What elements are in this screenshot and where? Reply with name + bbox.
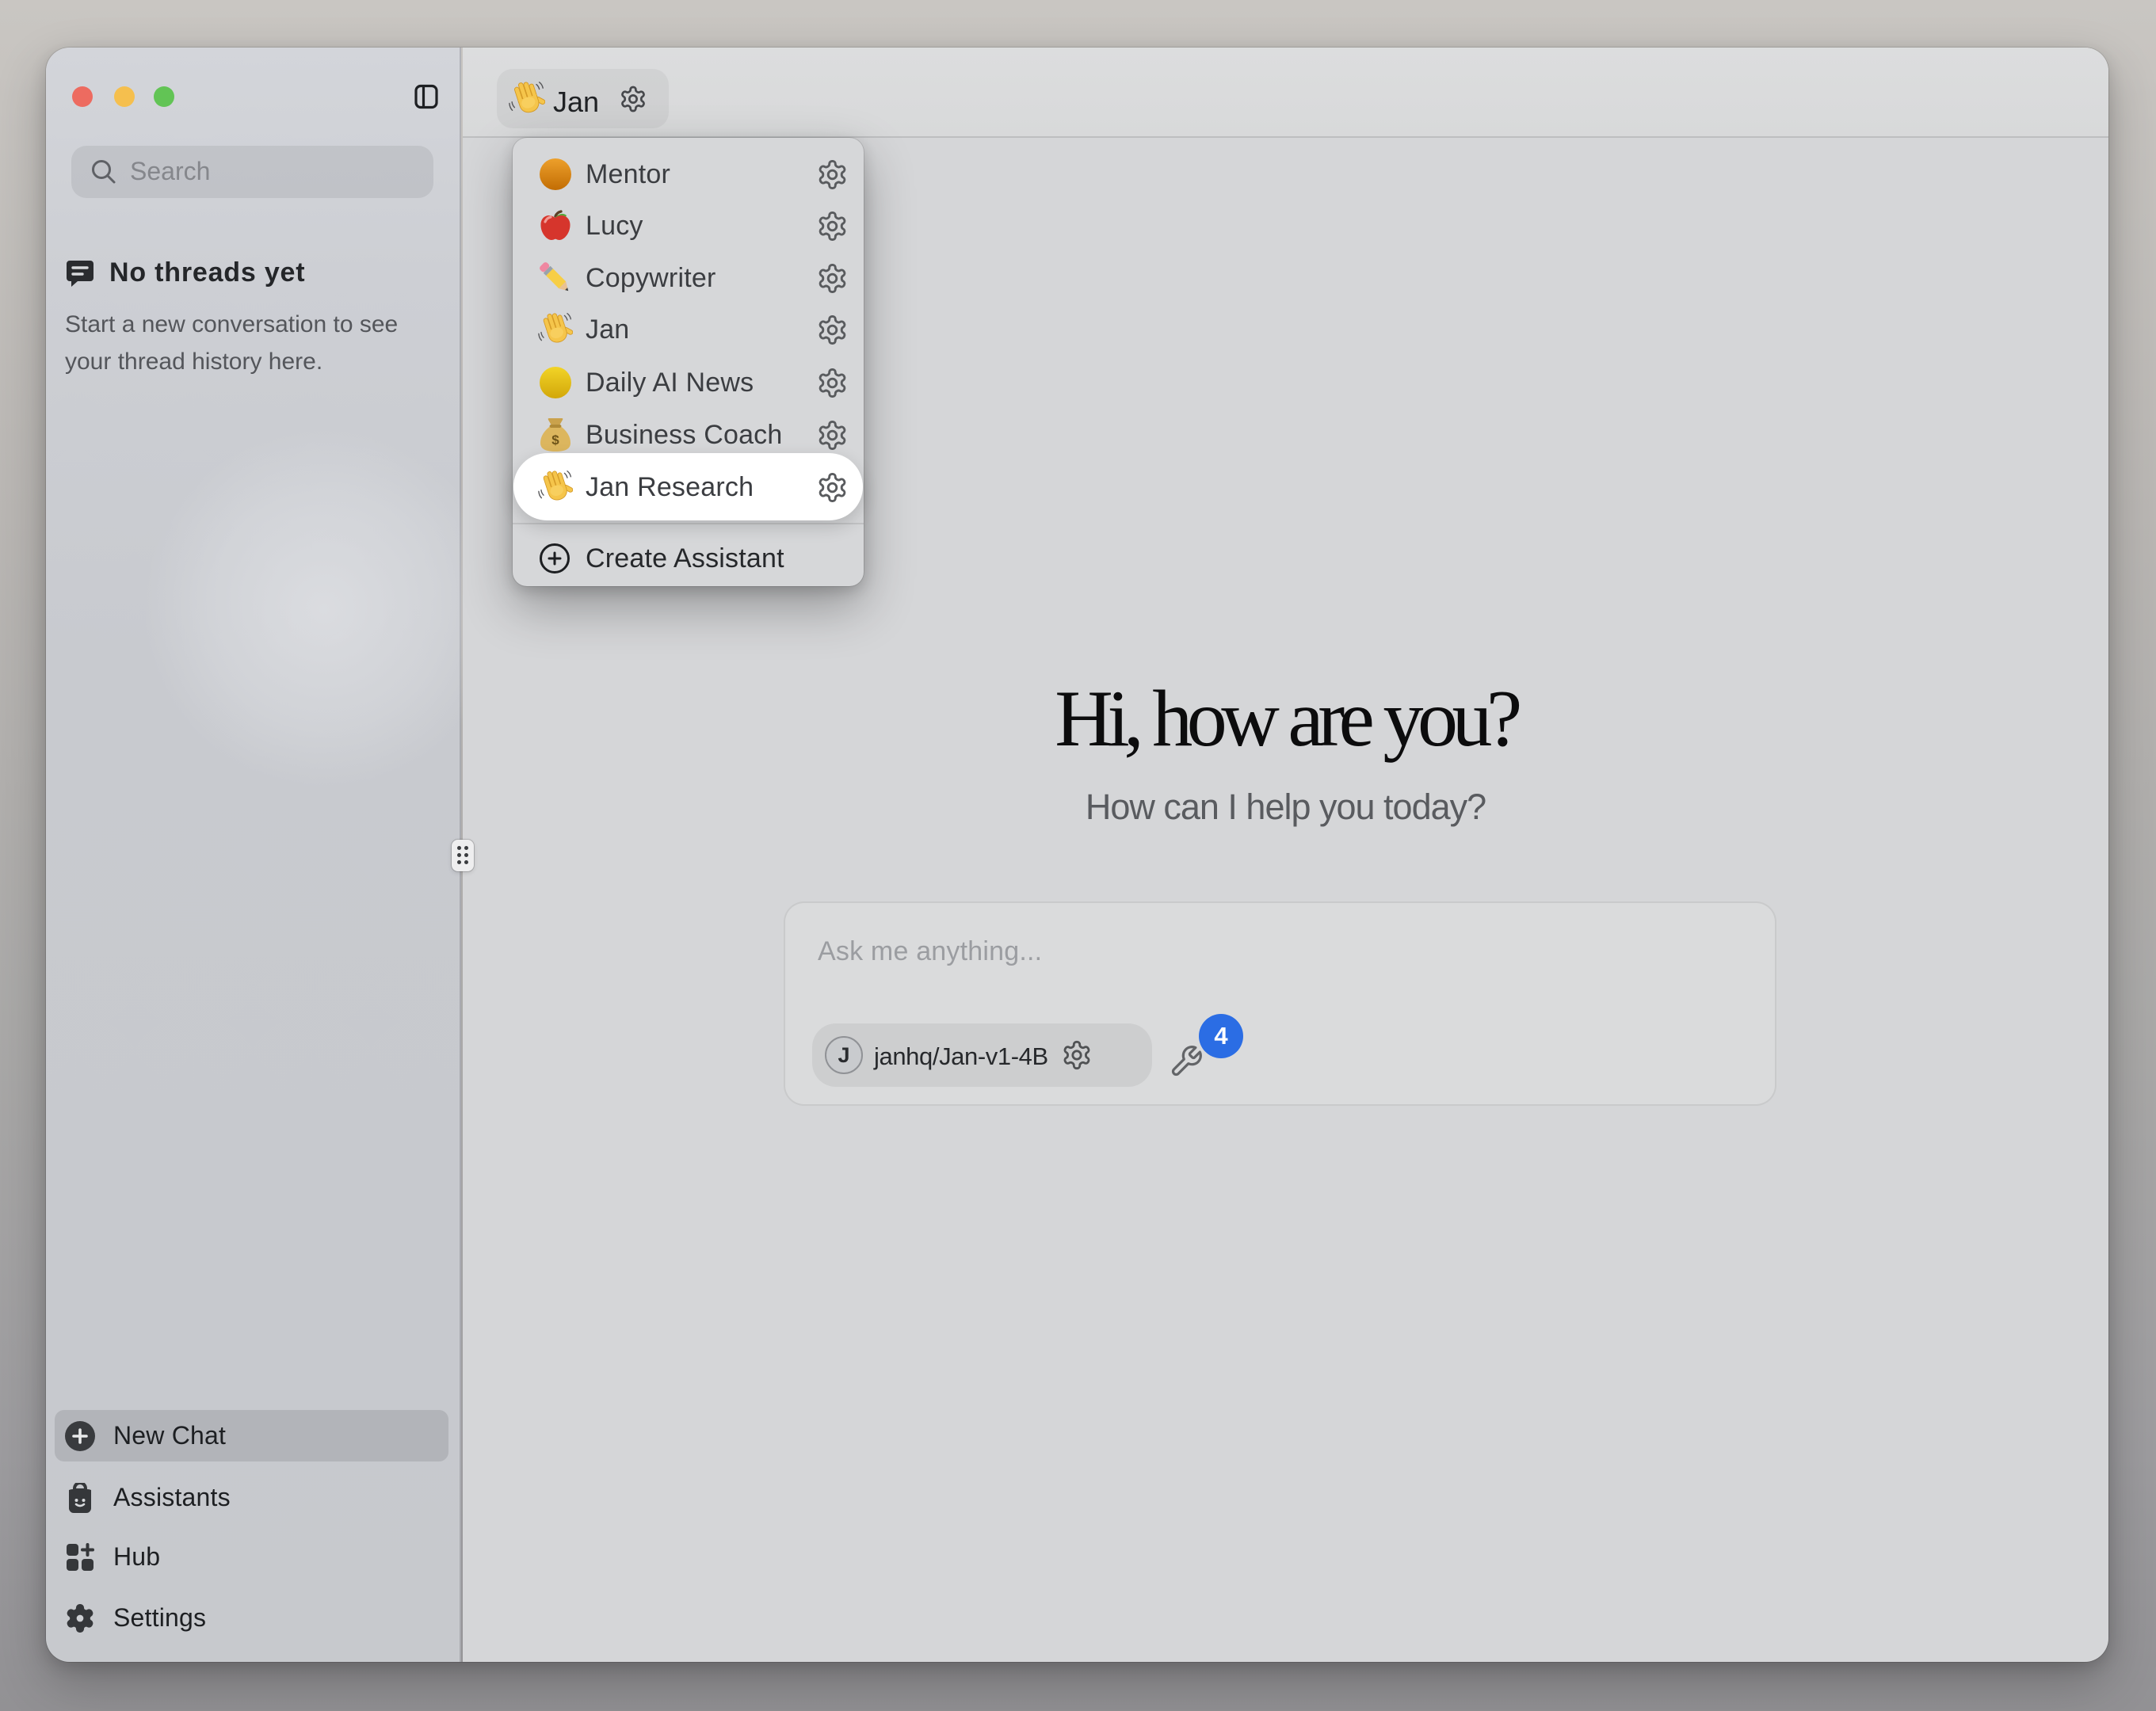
- svg-text:$: $: [551, 433, 559, 448]
